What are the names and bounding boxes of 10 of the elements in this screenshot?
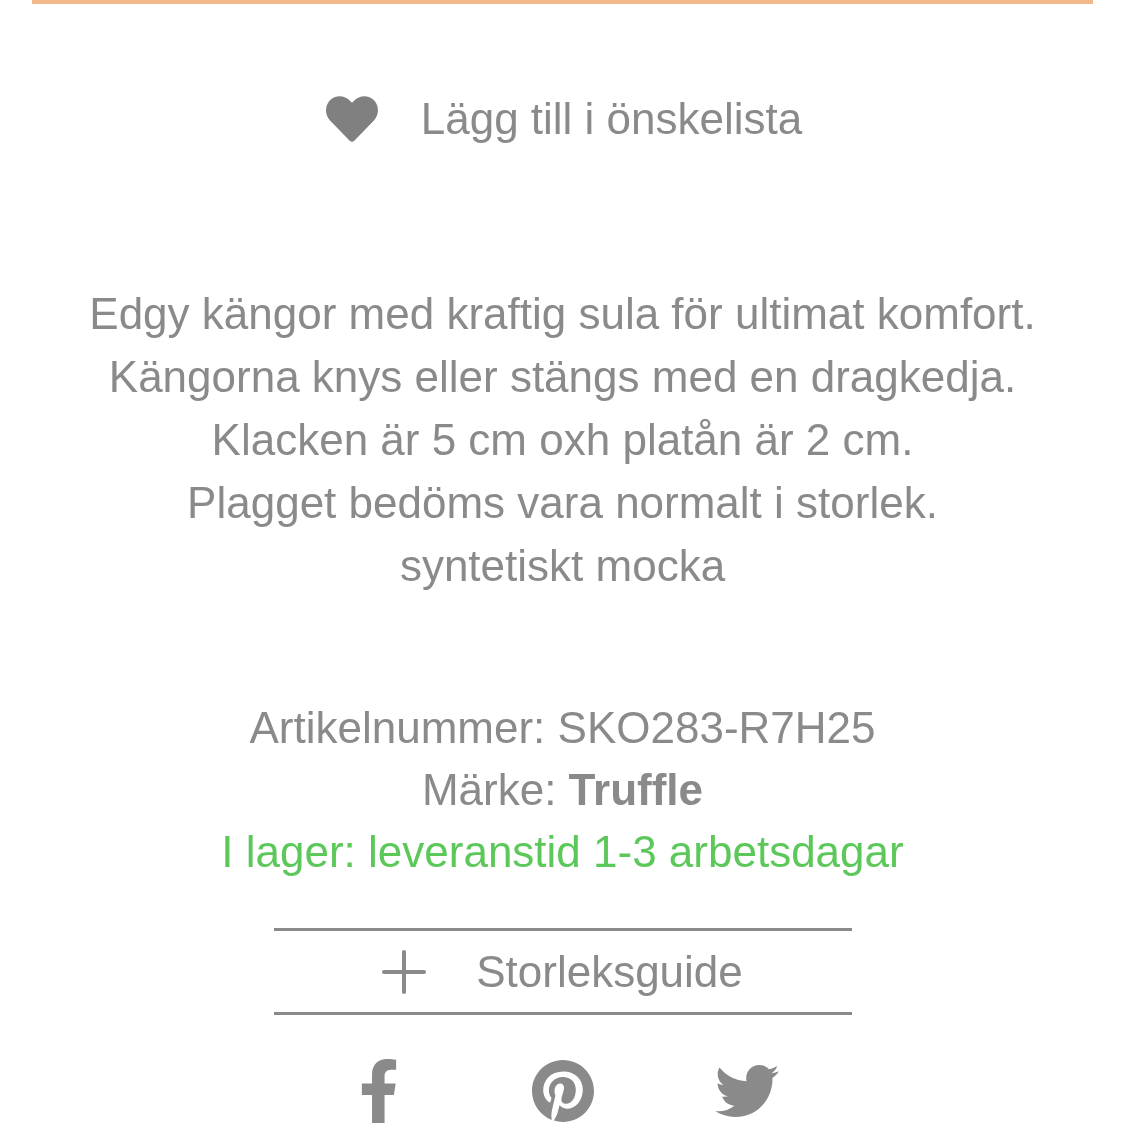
description-text: Edgy kängor med kraftig sula för ultimat komfort. Kängorna knys eller stängs med en dragkedja. Klacken är 5 cm oxh platån är 2 cm. [88,288,1037,466]
wishlist-button[interactable]: Lägg till i önskelista [322,86,803,152]
description-text: syntetiskt mocka [398,540,727,592]
description-text: Plagget bedöms vara normalt i storlek. [186,477,939,529]
stock-status: I lager: leveranstid 1-3 arbetsdagar [221,826,904,878]
brand-text: Märke: Truffle [420,764,705,816]
plus-icon [382,949,427,994]
pinterest-icon[interactable] [530,1059,595,1123]
size-guide-toggle[interactable]: Storleksguide [382,938,743,1005]
article-number: Artikelnummer: SKO283-R7H25 [248,702,877,754]
